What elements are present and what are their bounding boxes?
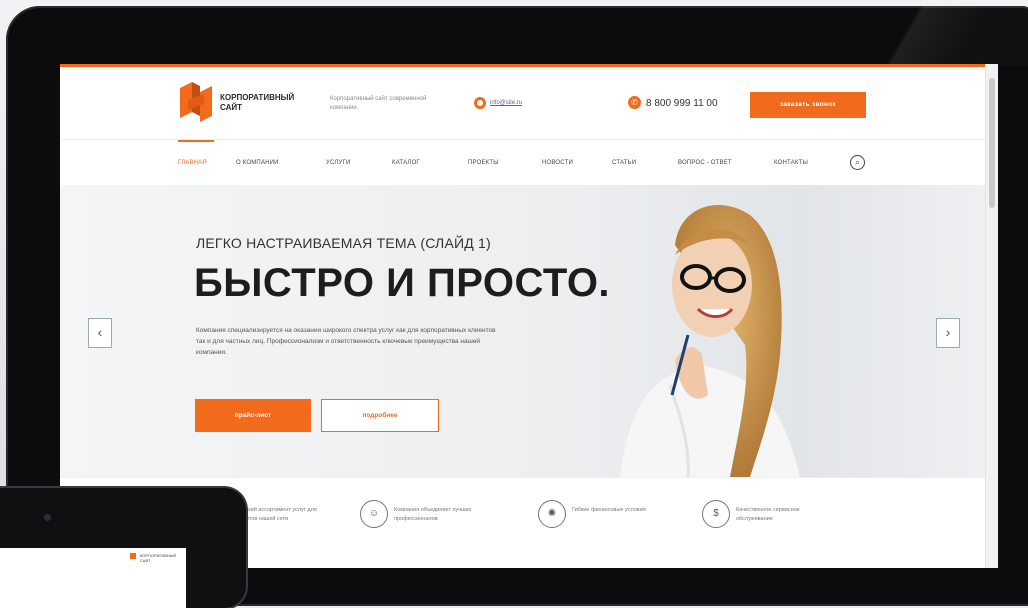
feature-text: Гибкие финансовые условия: [572, 507, 646, 513]
email-link[interactable]: info@site.ru: [490, 100, 522, 106]
feature-text: Качественное сервисное обслуживание: [736, 507, 800, 522]
tablet-screen: КОРПОРАТИВНЫЙ САЙТ: [0, 548, 186, 608]
feature-text: Широкий ассортимент услуг для клиентов н…: [234, 507, 317, 522]
main-nav: ГЛАВНАЯ О КОМПАНИИ УСЛУГИ КАТАЛОГ ПРОЕКТ…: [60, 139, 986, 186]
camera-icon: [44, 514, 51, 521]
hero-title: БЫСТРО И ПРОСТО.: [194, 261, 611, 305]
hero-slider: ЛЕГКО НАСТРАИВАЕМАЯ ТЕМА (СЛАЙД 1) БЫСТР…: [60, 185, 986, 477]
nav-item-articles[interactable]: СТАТЬИ: [612, 160, 636, 166]
scroll-thumb[interactable]: [989, 78, 995, 208]
nav-item-about[interactable]: О КОМПАНИИ: [236, 160, 279, 166]
search-icon[interactable]: ⌕: [850, 155, 865, 170]
feature-text: Компания объединяет лучших профессионало…: [394, 507, 472, 522]
site-header: КОРПОРАТИВНЫЙ САЙТ Корпоративный сайт со…: [60, 67, 986, 139]
phone-icon: ✆: [628, 96, 641, 109]
nav-item-faq[interactable]: ВОПРОС - ОТВЕТ: [678, 160, 732, 166]
site-tagline: Корпоративный сайт современной компании: [330, 96, 427, 111]
logo-icon[interactable]: [178, 82, 214, 122]
slider-prev-button[interactable]: ‹: [88, 318, 112, 348]
tablet-frame: КОРПОРАТИВНЫЙ САЙТ: [0, 488, 246, 608]
nav-item-news[interactable]: НОВОСТИ: [542, 160, 573, 166]
page-scrollbar[interactable]: [985, 64, 998, 568]
gear-icon: ✺: [538, 500, 566, 528]
email-icon: [474, 97, 486, 109]
hero-subtitle: ЛЕГКО НАСТРАИВАЕМАЯ ТЕМА (СЛАЙД 1): [196, 235, 491, 251]
slider-next-button[interactable]: ›: [936, 318, 960, 348]
nav-item-catalog[interactable]: КАТАЛОГ: [392, 160, 420, 166]
nav-active-indicator: [178, 140, 214, 142]
hero-person-image: [620, 205, 800, 477]
phone-number[interactable]: 8 800 999 11 00: [646, 98, 718, 109]
team-icon: ☺: [360, 500, 388, 528]
nav-item-projects[interactable]: ПРОЕКТЫ: [468, 160, 499, 166]
price-list-button[interactable]: прайс-лист: [195, 399, 311, 432]
nav-item-home[interactable]: ГЛАВНАЯ: [178, 160, 207, 166]
logo-text[interactable]: КОРПОРАТИВНЫЙ САЙТ: [220, 93, 300, 113]
tablet-logo-text: КОРПОРАТИВНЫЙ САЙТ: [140, 553, 177, 563]
tablet-logo-icon: [130, 553, 136, 559]
callback-button[interactable]: заказать звонок: [750, 92, 866, 118]
monitor-gloss: [860, 6, 1028, 66]
money-icon: $: [702, 500, 730, 528]
nav-item-services[interactable]: УСЛУГИ: [326, 160, 350, 166]
hero-description: Компания специализируется на оказании ши…: [196, 327, 496, 356]
nav-item-contacts[interactable]: КОНТАКТЫ: [774, 160, 808, 166]
more-details-button[interactable]: подробнее: [321, 399, 439, 432]
